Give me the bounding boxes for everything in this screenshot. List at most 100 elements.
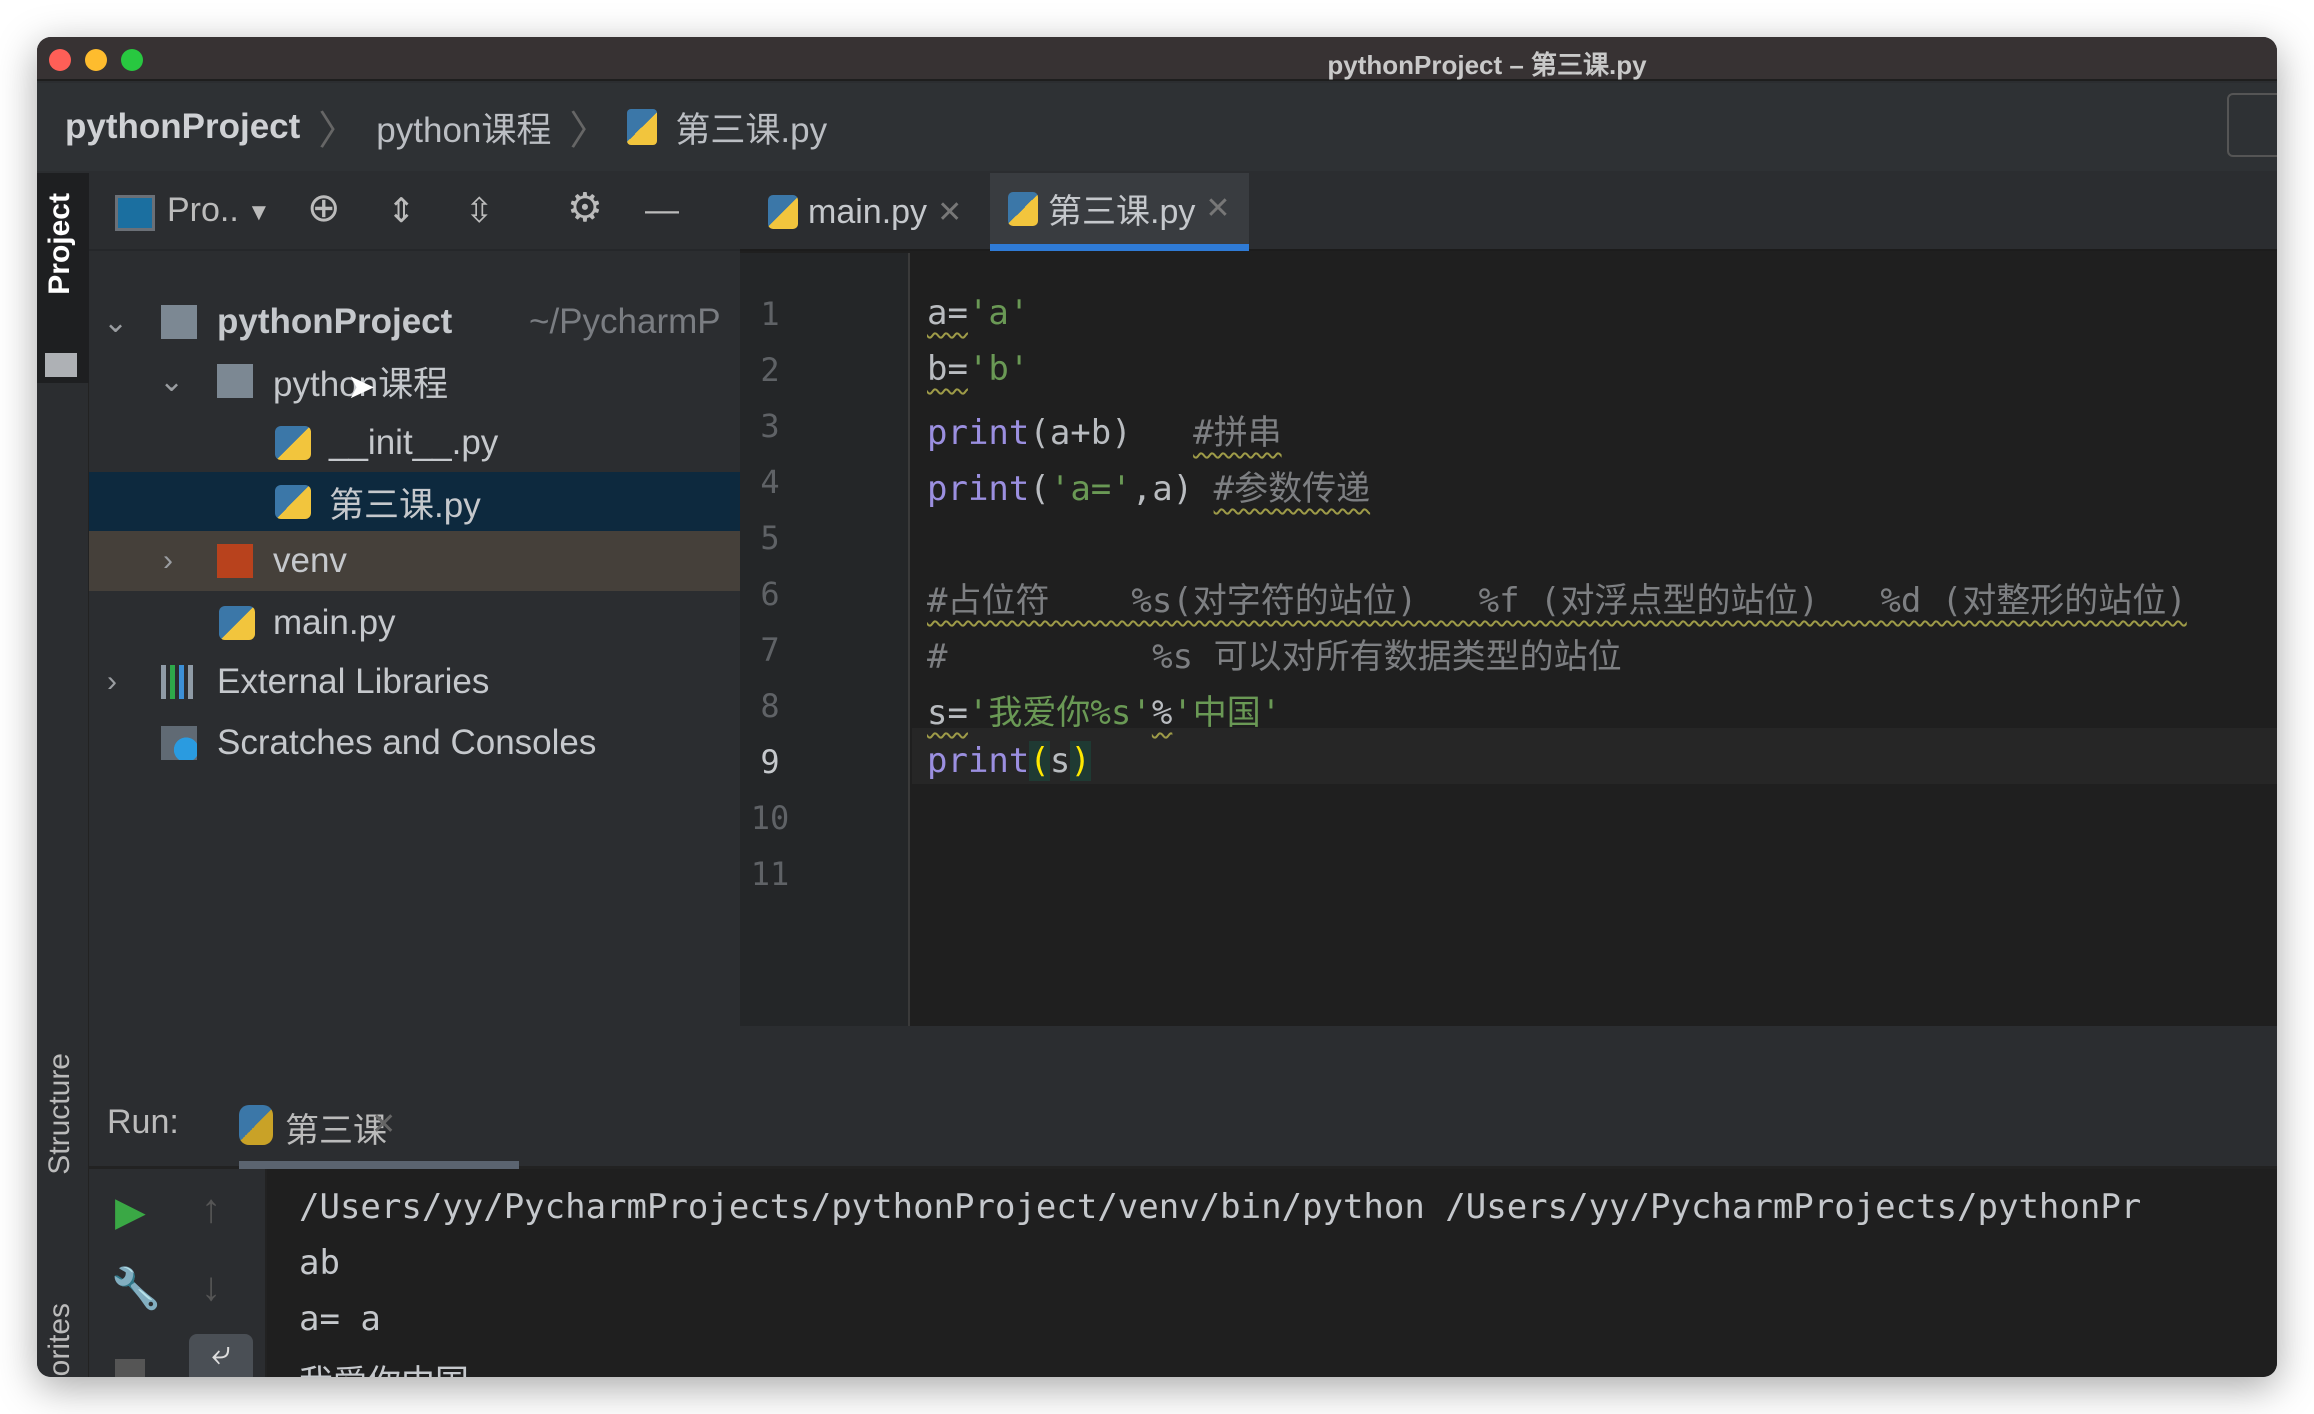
project-view-dropdown[interactable]: Pro.. <box>167 191 239 230</box>
code-token: ) <box>1070 741 1091 781</box>
rerun-icon[interactable]: ▶ <box>115 1189 146 1235</box>
console-line: ab <box>299 1243 340 1283</box>
tree-item-label: pythonProject <box>217 302 453 341</box>
code-line-4: print('a=',a) #参数传递 <box>927 461 1370 510</box>
chevron-down-icon[interactable]: ▼ <box>247 199 271 227</box>
locate-icon[interactable]: ⊕ <box>307 185 341 231</box>
ide-window: pythonProject – 第三课.py pythonProject 〉 p… <box>37 37 2277 1377</box>
structure-tool-tab[interactable]: Structure <box>43 1053 77 1175</box>
line-number: 4 <box>760 463 780 501</box>
run-side-toolbar: ▶ ↑ 🔧 ↓ ⤶ <box>89 1169 267 1377</box>
line-number: 7 <box>760 631 780 669</box>
tab-lesson3-py[interactable]: 第三课.py ✕ <box>990 173 1249 251</box>
chevron-right-icon[interactable]: › <box>107 665 117 699</box>
close-tab-icon[interactable]: ✕ <box>937 195 962 230</box>
code-line-8: s='我爱你%s'%'中国' <box>927 685 1281 734</box>
chevron-right-icon[interactable]: › <box>163 544 173 578</box>
code-token: a= <box>927 293 968 333</box>
line-number: 6 <box>760 575 780 613</box>
expand-all-icon[interactable]: ⇕ <box>387 191 416 231</box>
code-token: b= <box>927 349 968 389</box>
python-file-icon <box>275 485 311 519</box>
code-token: ( <box>1029 741 1050 781</box>
tree-item-label: venv <box>273 541 347 580</box>
code-token: print <box>927 413 1030 453</box>
line-number: 8 <box>760 687 780 725</box>
stop-icon[interactable] <box>115 1359 145 1377</box>
run-config-button[interactable] <box>2227 93 2277 157</box>
editor-tabs: main.py ✕ 第三课.py ✕ <box>740 173 2277 251</box>
favorites-tool-tab[interactable]: orites <box>43 1303 77 1376</box>
breadcrumb-project[interactable]: pythonProject <box>65 107 300 147</box>
close-run-tab-icon[interactable]: ✕ <box>371 1107 396 1142</box>
title-bar: pythonProject – 第三课.py <box>37 37 2277 81</box>
breadcrumb: pythonProject 〉 python课程 〉 第三课.py <box>37 83 2277 171</box>
breadcrumb-file[interactable]: 第三课.py <box>675 102 827 153</box>
soft-wrap-icon[interactable]: ⤶ <box>189 1334 253 1377</box>
code-editor[interactable]: main.py ✕ 第三课.py ✕ 1 2 3 4 5 6 7 8 9 10 11 a='a' b… <box>740 173 2277 1026</box>
chevron-down-icon[interactable]: ⌄ <box>159 364 184 399</box>
tree-item-external-libraries[interactable]: › External Libraries <box>89 652 740 712</box>
python-icon <box>239 1105 273 1145</box>
close-tab-icon[interactable]: ✕ <box>1205 191 1230 226</box>
folder-icon <box>161 305 197 339</box>
hide-icon[interactable]: — <box>645 191 679 230</box>
tab-label: 第三课.py <box>1048 193 1196 231</box>
tree-item-python-course[interactable]: ⌄ python课程 <box>89 351 740 411</box>
wrench-icon[interactable]: 🔧 <box>111 1265 161 1312</box>
code-token: 'a=' <box>1049 469 1132 509</box>
code-token: '我爱你%s' <box>967 693 1152 733</box>
run-label: Run: <box>107 1103 179 1141</box>
tree-item-venv[interactable]: › venv <box>89 531 740 591</box>
code-token: 'b' <box>967 349 1030 389</box>
breadcrumb-folder[interactable]: python课程 <box>376 102 551 153</box>
chevron-right-icon: 〉 <box>318 109 359 153</box>
console-line: a= a <box>299 1299 381 1339</box>
chevron-right-icon: 〉 <box>569 109 610 153</box>
console-line: 我爱你中国 <box>299 1355 469 1377</box>
tree-item-init[interactable]: __init__.py <box>89 413 740 473</box>
tree-item-scratches[interactable]: Scratches and Consoles <box>89 713 740 773</box>
code-line-6: #占位符 %s(对字符的站位) %f (对浮点型的站位) %d (对整形的站位) <box>927 581 2187 621</box>
code-token: s <box>1049 741 1071 781</box>
tree-item-lesson3[interactable]: 第三课.py <box>89 472 740 532</box>
arrow-down-icon[interactable]: ↓ <box>201 1265 221 1310</box>
python-file-icon <box>275 426 311 460</box>
left-tool-strip: Project Structure orites <box>37 173 89 1377</box>
python-file-icon <box>219 606 255 640</box>
tree-item-main[interactable]: main.py <box>89 593 740 653</box>
code-token: ,a) <box>1131 469 1214 509</box>
code-line-7: # %s 可以对所有数据类型的站位 <box>927 637 1622 677</box>
code-line-2: b='b' <box>927 349 1029 389</box>
project-tool-tab[interactable]: Project <box>43 193 77 295</box>
tree-item-pythonProject[interactable]: ⌄ pythonProject ~/PycharmP <box>89 292 740 352</box>
collapse-all-icon[interactable]: ⇳ <box>465 191 494 231</box>
console-line: /Users/yy/PycharmProjects/pythonProject/… <box>299 1187 2142 1227</box>
code-token: % <box>1151 693 1173 733</box>
tree-item-label: main.py <box>273 603 396 642</box>
run-toolbar: Run: 第三课 ✕ <box>89 1081 2277 1169</box>
project-view-icon <box>115 195 155 231</box>
tree-item-label: 第三课.py <box>329 485 481 525</box>
tree-item-path: ~/PycharmP <box>529 302 721 341</box>
code-token: '中国' <box>1172 693 1282 733</box>
python-file-icon <box>1008 191 1038 226</box>
tree-item-label: __init__.py <box>329 423 499 462</box>
chevron-down-icon[interactable]: ⌄ <box>103 305 128 340</box>
code-token: print <box>927 741 1030 781</box>
tab-main-py[interactable]: main.py ✕ <box>750 173 980 251</box>
line-number: 10 <box>750 799 790 837</box>
code-token: s= <box>927 693 968 733</box>
excluded-folder-icon <box>217 544 253 578</box>
package-icon <box>217 364 253 398</box>
mouse-cursor-icon: ➤ <box>347 368 376 406</box>
tab-label: main.py <box>808 192 928 231</box>
python-file-icon <box>768 195 798 229</box>
arrow-up-icon[interactable]: ↑ <box>201 1187 221 1232</box>
code-token: ( <box>1029 469 1050 509</box>
run-panel: Run: 第三课 ✕ ▶ ↑ 🔧 ↓ ⤶ /Users/yy/PycharmPr… <box>89 1081 2277 1377</box>
code-line-1: a='a' <box>927 293 1029 333</box>
gear-icon[interactable]: ⚙ <box>567 185 603 231</box>
scratches-icon <box>161 726 197 760</box>
code-token: print <box>927 469 1030 509</box>
